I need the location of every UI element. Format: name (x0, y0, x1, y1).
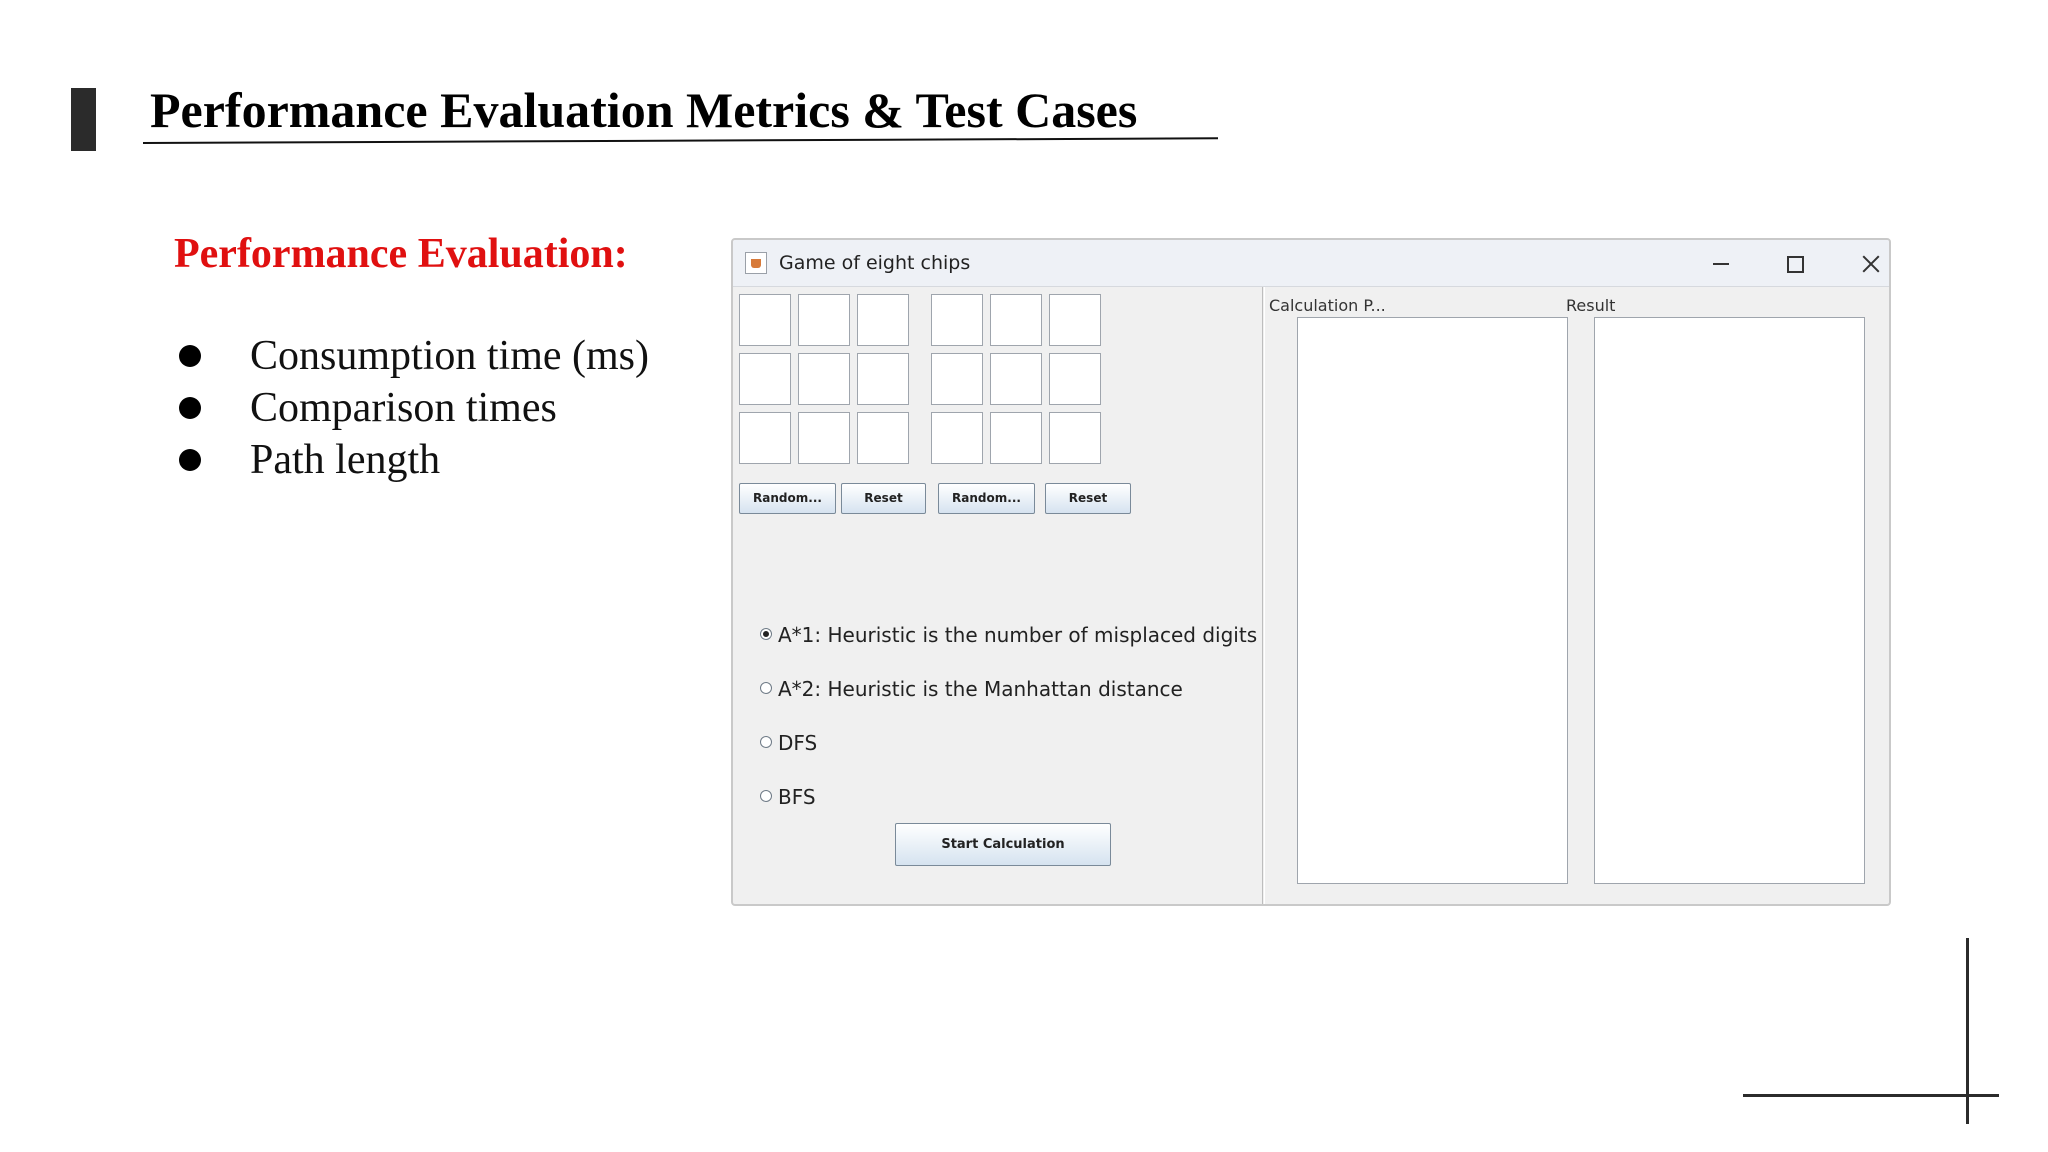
slide-title: Performance Evaluation Metrics & Test Ca… (150, 82, 1138, 138)
close-button[interactable] (1852, 248, 1888, 278)
window-titlebar[interactable]: Game of eight chips (733, 240, 1889, 287)
app-window: Game of eight chips Random... Reset Rand… (731, 238, 1891, 906)
grid-cell[interactable] (1049, 294, 1101, 346)
title-accent-bar (71, 88, 96, 151)
grid-cell[interactable] (857, 353, 909, 405)
target-state-grid (931, 294, 1101, 464)
control-pane: Random... Reset Random... Reset A*1: Heu… (733, 287, 1262, 904)
radio-label: BFS (778, 785, 816, 809)
reset-initial-button[interactable]: Reset (841, 483, 926, 514)
metric-text: Comparison times (250, 385, 557, 431)
grid-cell[interactable] (931, 353, 983, 405)
result-label: Result (1566, 296, 1616, 315)
random-initial-button[interactable]: Random... (739, 483, 836, 514)
metric-text: Consumption time (ms) (250, 333, 649, 379)
grid-cell[interactable] (931, 294, 983, 346)
radio-unselected-icon[interactable] (760, 790, 772, 802)
metric-text: Path length (250, 437, 441, 483)
grid-cell[interactable] (990, 353, 1042, 405)
maximize-icon (1787, 256, 1804, 273)
calculation-process-area[interactable] (1297, 317, 1568, 884)
random-target-button[interactable]: Random... (938, 483, 1035, 514)
grid-cell[interactable] (739, 412, 791, 464)
result-area[interactable] (1594, 317, 1865, 884)
grid-cell[interactable] (739, 353, 791, 405)
grid-cell[interactable] (798, 412, 850, 464)
maximize-button[interactable] (1776, 248, 1812, 278)
grid-cell[interactable] (931, 412, 983, 464)
bullet-icon (179, 397, 201, 419)
reset-target-button[interactable]: Reset (1045, 483, 1131, 514)
radio-label: DFS (778, 731, 818, 755)
grid-cell[interactable] (1049, 412, 1101, 464)
grid-cell[interactable] (798, 294, 850, 346)
section-heading: Performance Evaluation: (174, 231, 628, 277)
start-calculation-button[interactable]: Start Calculation (895, 823, 1111, 866)
pane-divider[interactable] (1262, 287, 1265, 904)
radio-selected-icon[interactable] (760, 628, 772, 640)
calculation-process-label: Calculation P... (1269, 296, 1386, 315)
window-title: Game of eight chips (779, 252, 971, 274)
grid-cell[interactable] (739, 294, 791, 346)
minimize-icon (1713, 263, 1729, 265)
radio-unselected-icon[interactable] (760, 682, 772, 694)
grid-cell[interactable] (798, 353, 850, 405)
minimize-button[interactable] (1702, 248, 1738, 278)
radio-unselected-icon[interactable] (760, 736, 772, 748)
bullet-icon (179, 449, 201, 471)
java-app-icon (745, 252, 767, 274)
decorative-cross-horizontal (1743, 1094, 1999, 1097)
grid-cell[interactable] (1049, 353, 1101, 405)
grid-cell[interactable] (990, 412, 1042, 464)
radio-label: A*2: Heuristic is the Manhattan distance (778, 677, 1183, 701)
initial-state-grid (739, 294, 909, 464)
grid-cell[interactable] (857, 294, 909, 346)
bullet-icon (179, 345, 201, 367)
radio-label: A*1: Heuristic is the number of misplace… (778, 623, 1258, 647)
grid-cell[interactable] (990, 294, 1042, 346)
grid-cell[interactable] (857, 412, 909, 464)
